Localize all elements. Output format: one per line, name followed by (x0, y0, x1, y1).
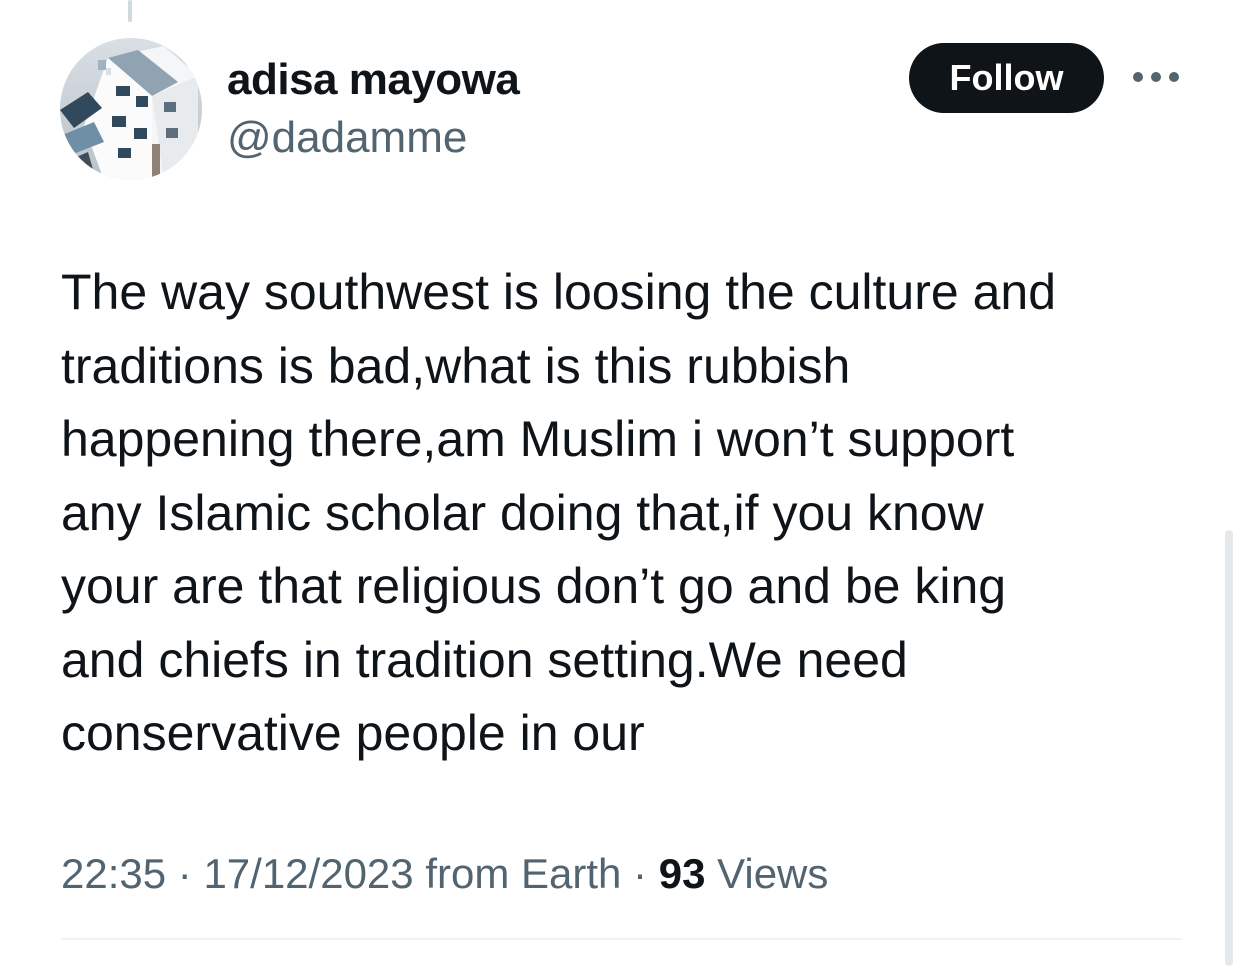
vertical-scrollbar[interactable] (1225, 530, 1233, 966)
tweet-location-source: from Earth (413, 850, 622, 897)
views-count[interactable]: 93 (659, 850, 706, 897)
tweet-date[interactable]: 17/12/2023 (203, 850, 413, 897)
tweet-text-line: traditions is bad,what is this rubbish (61, 337, 851, 394)
avatar[interactable] (60, 38, 202, 180)
tweet-text-line: your are that religious don’t go and be … (61, 558, 1007, 614)
tweet-text-line: The way southwest is loosing the culture… (61, 264, 1056, 320)
tweet-text-line: conservative people in our (61, 705, 645, 761)
metadata-divider (61, 938, 1182, 940)
display-name[interactable]: adisa mayowa (227, 53, 520, 107)
building-avatar-image (60, 38, 202, 180)
tweet-detail-page: adisa mayowa @dadamme Follow The way sou… (0, 0, 1242, 966)
meta-separator: · (621, 850, 659, 897)
more-horizontal-icon (1133, 72, 1179, 82)
more-options-button[interactable] (1128, 62, 1184, 92)
views-label[interactable]: Views (705, 850, 828, 897)
user-handle[interactable]: @dadamme (227, 111, 467, 165)
thread-connector-line (128, 0, 132, 22)
tweet-text-line: and chiefs in tradition setting.We need (61, 631, 908, 688)
tweet-text: The way southwest is loosing the culture… (61, 256, 1181, 771)
tweet-text-line: any Islamic scholar doing that,if you kn… (61, 484, 984, 541)
tweet-metadata: 22:35 · 17/12/2023 from Earth · 93 Views (61, 847, 828, 901)
tweet-text-line: happening there,am Muslim i won’t suppor… (61, 411, 1015, 467)
meta-separator: · (166, 850, 204, 897)
tweet-time[interactable]: 22:35 (61, 850, 166, 897)
follow-button[interactable]: Follow (909, 43, 1104, 113)
